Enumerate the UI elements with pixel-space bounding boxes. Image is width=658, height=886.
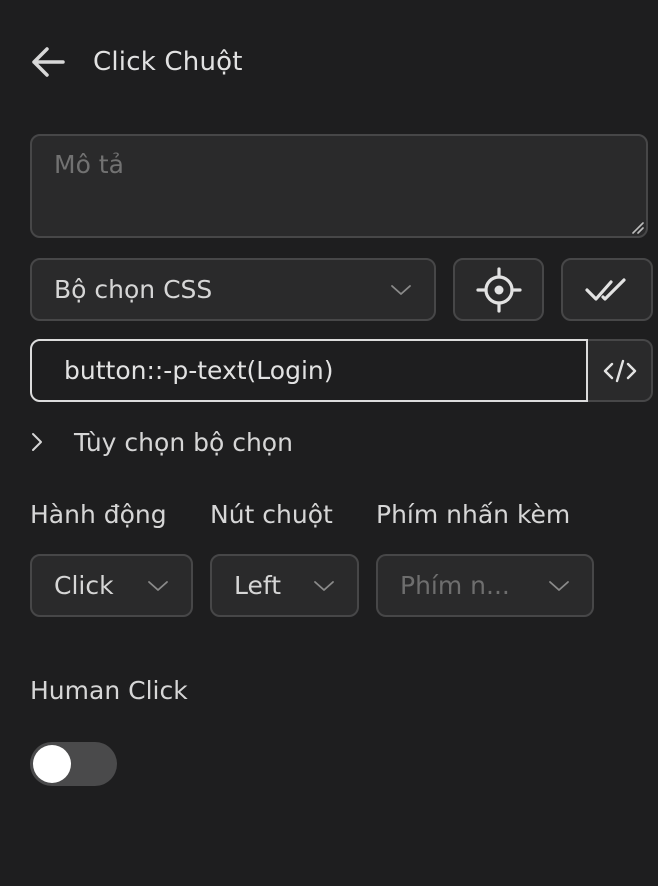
selector-type-value: Bộ chọn CSS: [54, 275, 213, 304]
modifier-placeholder: Phím n...: [400, 571, 510, 600]
chevron-down-icon: [549, 580, 569, 591]
action-value: Click: [54, 571, 114, 600]
pick-element-button[interactable]: [453, 258, 544, 321]
mouse-button-value: Left: [234, 571, 282, 600]
code-editor-button[interactable]: [588, 339, 653, 402]
chevron-down-icon: [148, 580, 168, 591]
action-dropdown[interactable]: Click: [30, 554, 193, 617]
header: Click Chuột: [30, 40, 243, 84]
mouse-button-dropdown[interactable]: Left: [210, 554, 359, 617]
back-button[interactable]: [30, 40, 78, 84]
arrow-left-icon: [32, 47, 65, 77]
human-click-label: Human Click: [30, 676, 188, 705]
selector-input-box: [30, 339, 588, 402]
toggle-knob: [33, 745, 71, 783]
verify-selector-button[interactable]: [561, 258, 653, 321]
description-input[interactable]: [32, 136, 646, 236]
description-box: [30, 134, 648, 238]
selector-type-dropdown[interactable]: Bộ chọn CSS: [30, 258, 436, 321]
modifier-label: Phím nhấn kèm: [376, 500, 571, 529]
click-step-panel: Click Chuột Bộ chọn CSS: [0, 0, 658, 886]
action-label: Hành động: [30, 500, 167, 529]
crosshair-icon: [475, 266, 522, 313]
chevron-down-icon: [391, 284, 411, 295]
selector-input[interactable]: [32, 356, 586, 385]
chevron-down-icon: [314, 580, 334, 591]
selector-options-toggle[interactable]: Tùy chọn bộ chọn: [30, 422, 293, 462]
resize-handle-icon[interactable]: [630, 220, 644, 234]
code-icon: [603, 359, 636, 382]
chevron-right-icon: [32, 433, 42, 451]
page-title: Click Chuột: [93, 47, 243, 77]
modifier-key-dropdown[interactable]: Phím n...: [376, 554, 594, 617]
double-check-icon: [585, 277, 626, 301]
human-click-toggle[interactable]: [30, 742, 117, 786]
mouse-button-label: Nút chuột: [210, 500, 333, 529]
selector-options-label: Tùy chọn bộ chọn: [74, 427, 293, 457]
